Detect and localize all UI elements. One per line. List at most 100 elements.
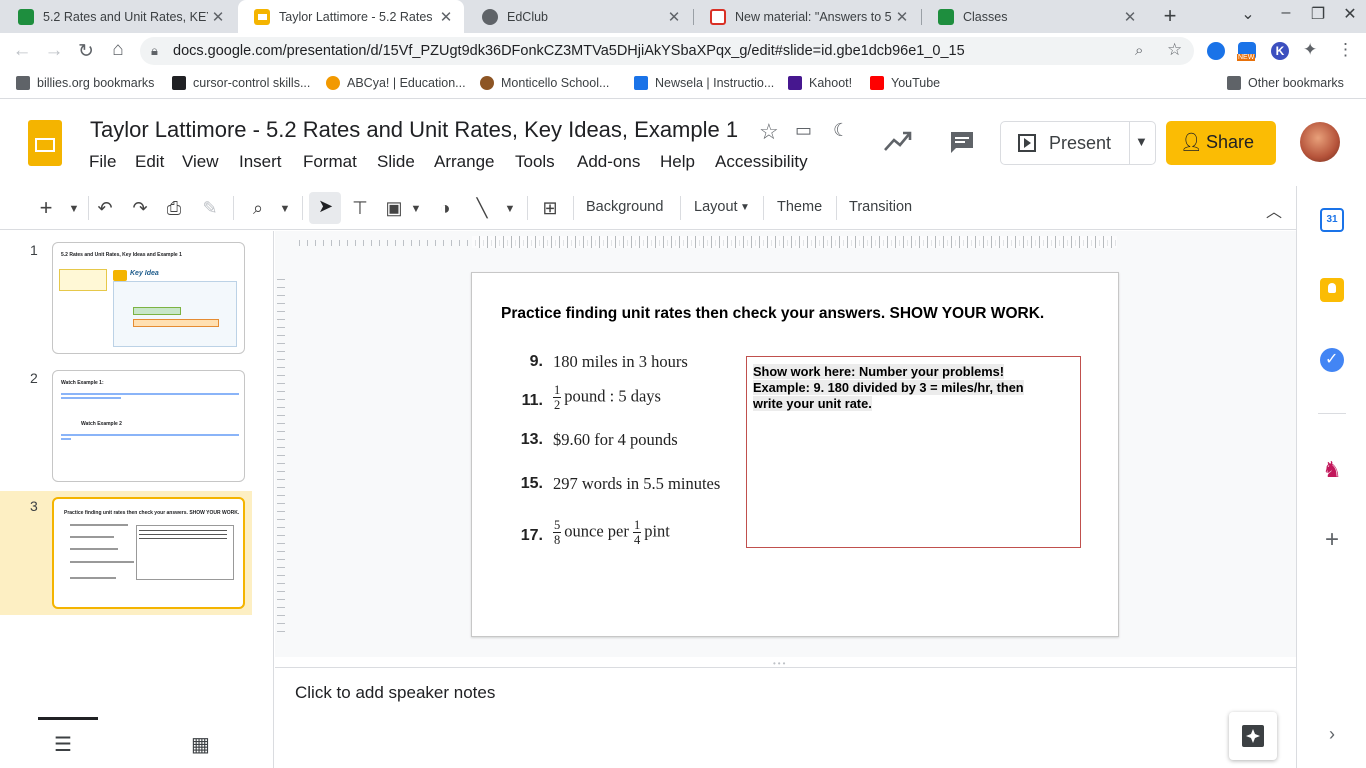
show-side-panel-chevron-icon[interactable]: › [1320, 722, 1344, 746]
close-tab-icon[interactable]: ✕ [892, 8, 912, 26]
keep-icon[interactable] [1320, 278, 1344, 302]
collapse-menus-icon[interactable]: ︿ [1261, 198, 1287, 222]
account-avatar[interactable] [1300, 122, 1340, 162]
back-icon[interactable]: ← [10, 40, 34, 62]
line-dropdown-icon[interactable]: ▼ [497, 203, 523, 215]
browser-tab-3[interactable]: EdClub ✕ [466, 0, 692, 33]
new-slide-icon[interactable]: + [33, 195, 59, 221]
explore-button[interactable] [1229, 712, 1277, 760]
tasks-icon[interactable]: ✓ [1320, 348, 1344, 372]
menu-addons[interactable]: Add-ons [577, 152, 640, 172]
select-tool-button[interactable]: ➤ [309, 192, 341, 224]
paint-format-icon[interactable]: ✎ [197, 198, 223, 219]
bookmark-abcya[interactable]: ABCya! | Education... [326, 76, 466, 90]
bookmark-kahoot[interactable]: Kahoot! [788, 76, 852, 90]
add-comment-icon[interactable]: ⊞ [537, 198, 563, 219]
comments-icon[interactable] [948, 129, 976, 160]
grid-view-icon[interactable]: ▦ [191, 732, 210, 757]
slide-thumbnail-1[interactable]: 5.2 Rates and Unit Rates, Key Ideas and … [52, 242, 245, 354]
bookmark-cursor-control[interactable]: cursor-control skills... [172, 76, 310, 90]
present-dropdown-icon[interactable]: ▼ [1135, 134, 1148, 149]
kami-extension-icon[interactable]: K [1271, 42, 1289, 60]
zoom-icon[interactable]: ⌕ [245, 198, 271, 219]
minimize-icon[interactable]: – [1270, 4, 1302, 22]
other-bookmarks[interactable]: Other bookmarks [1227, 76, 1344, 90]
bookmark-star-icon[interactable]: ☆ [1167, 40, 1182, 60]
background-button[interactable]: Background [586, 199, 663, 215]
shape-icon[interactable]: ◑ [432, 198, 458, 219]
fraction-five-eighths: 58 [553, 518, 562, 547]
slide-thumbnail-2[interactable]: Watch Example 1: Watch Example 2 [52, 370, 245, 482]
present-button[interactable]: Present ▼ [1000, 121, 1156, 165]
theme-button[interactable]: Theme [777, 199, 822, 215]
share-button[interactable]: 👤︎ Share [1166, 121, 1276, 165]
puzzle-icon[interactable]: ✦ [1303, 40, 1317, 60]
menu-arrange[interactable]: Arrange [434, 152, 494, 172]
document-title[interactable]: Taylor Lattimore - 5.2 Rates and Unit Ra… [90, 117, 738, 143]
menu-edit[interactable]: Edit [135, 152, 164, 172]
tab-search-icon[interactable]: ⌄ [1232, 4, 1264, 24]
browser-menu-icon[interactable]: ⋮ [1337, 40, 1354, 60]
image-dropdown-icon[interactable]: ▼ [403, 203, 429, 215]
undo-icon[interactable]: ↶ [92, 198, 118, 219]
problem-11[interactable]: 1 2 pound : 5 days [553, 383, 661, 412]
bookmark-monticello[interactable]: Monticello School... [480, 76, 609, 90]
star-icon[interactable]: ☆ [759, 119, 779, 145]
cloud-status-icon[interactable]: ☾ [833, 120, 849, 141]
close-tab-icon[interactable]: ✕ [1120, 8, 1140, 26]
problem-15-text[interactable]: 297 words in 5.5 minutes [553, 474, 720, 494]
menu-slide[interactable]: Slide [377, 152, 415, 172]
browser-tab-2-active[interactable]: Taylor Lattimore - 5.2 Rates an ✕ [238, 0, 464, 33]
close-tab-icon[interactable]: ✕ [208, 8, 228, 26]
slide-thumbnail-3-selected[interactable]: Practice finding unit rates then check y… [52, 497, 245, 609]
bookmark-billies[interactable]: billies.org bookmarks [16, 76, 154, 90]
move-folder-icon[interactable]: ▭ [795, 120, 812, 141]
activity-dashboard-icon[interactable] [883, 128, 913, 159]
restore-icon[interactable]: ❐ [1302, 4, 1334, 24]
bookmark-newsela[interactable]: Newsela | Instructio... [634, 76, 774, 90]
browser-tab-4[interactable]: New material: "Answers to 5.2 ✕ [694, 0, 920, 33]
speaker-notes-placeholder[interactable]: Click to add speaker notes [295, 683, 495, 703]
slide-heading[interactable]: Practice finding unit rates then check y… [501, 305, 1044, 323]
menu-help[interactable]: Help [660, 152, 695, 172]
close-window-icon[interactable]: ✕ [1334, 4, 1366, 24]
line-icon[interactable]: ╲ [469, 198, 495, 219]
problem-13-text[interactable]: $9.60 for 4 pounds [553, 430, 678, 450]
unicorn-addon-icon[interactable]: ♞ [1320, 458, 1344, 482]
menu-view[interactable]: View [182, 152, 219, 172]
new-slide-dropdown-icon[interactable]: ▼ [61, 203, 87, 215]
transition-button[interactable]: Transition [849, 199, 912, 215]
forward-icon[interactable]: → [42, 40, 66, 62]
bookmark-youtube[interactable]: YouTube [870, 76, 940, 90]
problem-17[interactable]: 5 8 ounce per 1 4 pint [553, 518, 670, 547]
browser-tab-1[interactable]: 5.2 Rates and Unit Rates, KEY ✕ [2, 0, 236, 33]
extension-globe-icon[interactable] [1207, 42, 1225, 60]
menu-file[interactable]: File [89, 152, 116, 172]
menu-tools[interactable]: Tools [515, 152, 555, 172]
get-addons-plus-icon[interactable]: + [1320, 528, 1344, 552]
menu-accessibility[interactable]: Accessibility [715, 152, 808, 172]
url-text[interactable]: docs.google.com/presentation/d/15Vf_PZUg… [173, 43, 965, 59]
bookmark-label: Newsela | Instructio... [655, 76, 775, 90]
lock-icon[interactable]: 🔒︎ [151, 43, 158, 59]
close-tab-icon[interactable]: ✕ [436, 8, 456, 26]
slides-logo-icon[interactable] [28, 120, 62, 166]
redo-icon[interactable]: ↷ [127, 198, 153, 219]
close-tab-icon[interactable]: ✕ [664, 8, 684, 26]
new-tab-button[interactable]: + [1154, 3, 1186, 29]
print-icon[interactable]: ⎙ [161, 198, 187, 219]
reload-icon[interactable]: ↻ [74, 40, 98, 63]
filmstrip-view-icon[interactable]: ☰ [54, 732, 72, 757]
calendar-icon[interactable]: 31 [1320, 208, 1344, 232]
layout-button[interactable]: Layout [694, 199, 738, 215]
zoom-icon[interactable]: ⌕ [1135, 42, 1143, 59]
vertical-ruler[interactable] [277, 272, 285, 637]
problem-9-text[interactable]: 180 miles in 3 hours [553, 352, 688, 372]
layout-dropdown-icon[interactable]: ▼ [740, 202, 750, 213]
zoom-dropdown-icon[interactable]: ▼ [272, 203, 298, 215]
home-icon[interactable]: ⌂ [106, 39, 130, 61]
browser-tab-5[interactable]: Classes ✕ [922, 0, 1148, 33]
menu-insert[interactable]: Insert [239, 152, 282, 172]
menu-format[interactable]: Format [303, 152, 357, 172]
text-box-icon[interactable]: ⊤ [347, 198, 373, 219]
